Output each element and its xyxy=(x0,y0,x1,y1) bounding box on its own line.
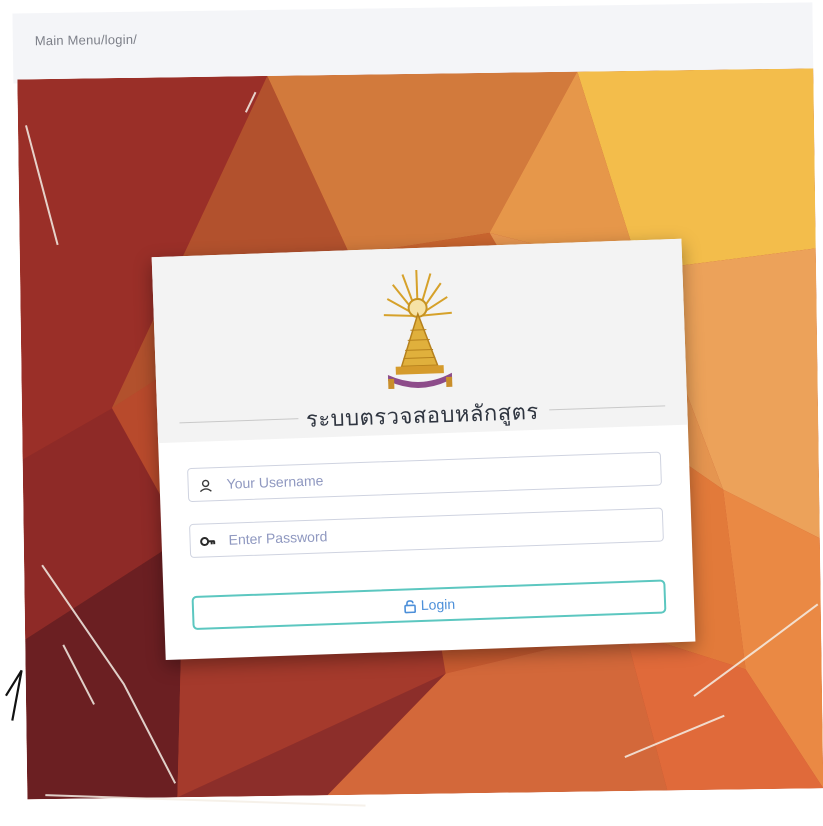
login-card-header: ระบบตรวจสอบหลักสูตร xyxy=(152,239,688,443)
username-field[interactable]: Your Username xyxy=(187,452,662,503)
handwritten-mark xyxy=(6,670,23,720)
password-placeholder: Enter Password xyxy=(228,528,327,547)
login-card: ระบบตรวจสอบหลักสูตร Your Username Enter … xyxy=(152,239,696,660)
breadcrumb[interactable]: Main Menu/login/ xyxy=(35,32,137,48)
login-button[interactable]: Login xyxy=(192,579,667,630)
login-label: Login xyxy=(421,596,456,613)
system-title-text: ระบบตรวจสอบหลักสูตร xyxy=(297,394,547,438)
user-icon xyxy=(196,476,215,495)
key-icon xyxy=(198,532,217,551)
password-field[interactable]: Enter Password xyxy=(189,508,664,559)
screenshot-photo: Main Menu/login/ xyxy=(0,0,823,826)
university-emblem xyxy=(378,267,458,395)
lock-open-icon xyxy=(403,599,417,613)
username-placeholder: Your Username xyxy=(226,472,323,491)
system-title: ระบบตรวจสอบหลักสูตร xyxy=(157,389,688,442)
